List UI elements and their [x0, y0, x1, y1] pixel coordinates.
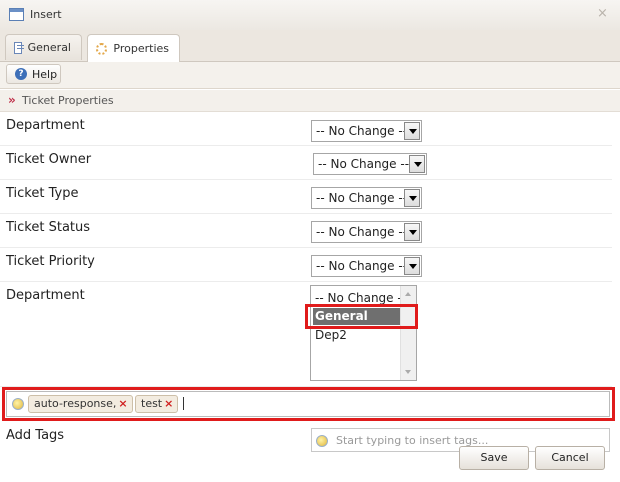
department-select[interactable]: -- No Change -- [311, 120, 422, 142]
cancel-button[interactable]: Cancel [535, 446, 605, 470]
scroll-up-icon[interactable] [405, 292, 411, 296]
section-marker-icon: » [8, 93, 16, 107]
help-label: Help [32, 67, 58, 81]
field-label-ticket-priority: Ticket Priority [6, 254, 95, 269]
ticket-owner-select-value: -- No Change -- [318, 157, 410, 171]
ticket-owner-select[interactable]: -- No Change -- [313, 153, 427, 175]
tab-general-label: General [27, 41, 71, 54]
ticket-status-select[interactable]: -- No Change -- [311, 221, 422, 243]
toolbar [0, 62, 620, 89]
properties-icon [96, 42, 108, 55]
field-row-department-list [0, 282, 612, 387]
field-label-department-list: Department [6, 288, 85, 303]
list-item[interactable]: Dep2 [313, 327, 402, 344]
ticket-priority-select[interactable]: -- No Change -- [311, 255, 422, 277]
field-row-ticket-type [0, 180, 612, 214]
tab-properties-label: Properties [113, 42, 169, 55]
tab-properties[interactable]: Properties [87, 34, 180, 62]
add-tags-label: Add Tags [6, 428, 65, 443]
chevron-down-icon[interactable] [404, 223, 420, 241]
save-button[interactable]: Save [459, 446, 529, 470]
help-icon: ? [15, 68, 27, 80]
section-title: Ticket Properties [22, 94, 114, 107]
field-label-ticket-owner: Ticket Owner [6, 152, 92, 167]
window-icon [9, 8, 24, 21]
chevron-down-icon[interactable] [409, 155, 425, 173]
ticket-status-select-value: -- No Change -- [316, 225, 408, 239]
window-titlebar [0, 0, 620, 31]
department-select-value: -- No Change -- [316, 124, 408, 138]
chevron-down-icon[interactable] [404, 257, 420, 275]
highlight-box-tags [2, 387, 615, 421]
ticket-type-select-value: -- No Change -- [316, 191, 408, 205]
tag-icon [316, 435, 328, 447]
highlight-box-selected-option [305, 304, 418, 329]
ticket-priority-select-value: -- No Change -- [316, 259, 408, 273]
field-row-ticket-status [0, 214, 612, 248]
listbox-scrollbar[interactable] [400, 286, 416, 380]
department-listbox[interactable]: -- No Change -- General Dep2 [310, 285, 417, 381]
chevron-down-icon[interactable] [404, 189, 420, 207]
ticket-type-select[interactable]: -- No Change -- [311, 187, 422, 209]
field-label-ticket-type: Ticket Type [6, 186, 79, 201]
scroll-down-icon[interactable] [405, 370, 411, 374]
chevron-down-icon[interactable] [404, 122, 420, 140]
tab-general[interactable]: General [5, 34, 82, 60]
help-button[interactable]: ? Help [6, 64, 61, 84]
field-label-ticket-status: Ticket Status [6, 220, 91, 235]
window-title: Insert [30, 8, 62, 21]
field-label-department: Department [6, 118, 85, 133]
field-row-ticket-owner [0, 146, 612, 180]
general-icon [14, 41, 24, 54]
field-row-department [0, 112, 612, 146]
close-icon[interactable]: × [597, 6, 608, 21]
